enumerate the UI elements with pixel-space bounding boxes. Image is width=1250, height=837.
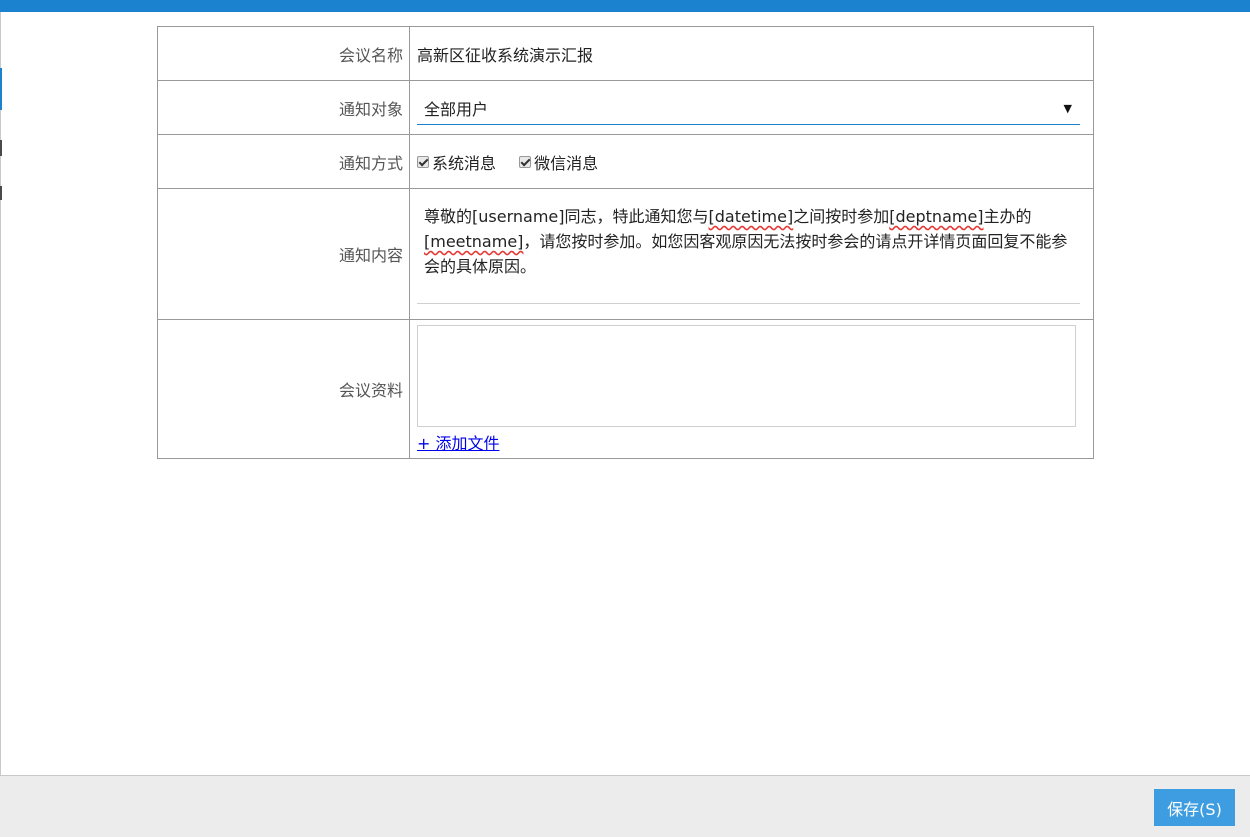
left-edge-mark xyxy=(0,186,2,200)
meeting-name-value: 高新区征收系统演示汇报 xyxy=(409,26,1094,81)
content-text: 主办的 xyxy=(983,207,1032,226)
left-border xyxy=(0,12,1,775)
notify-target-cell: 全部用户 ▼ xyxy=(409,80,1094,135)
notify-content-label: 通知内容 xyxy=(157,188,410,320)
row-notify-method: 通知方式 系统消息 微信消息 xyxy=(157,134,1094,189)
file-list-box xyxy=(417,324,1076,427)
meeting-files-label: 会议资料 xyxy=(157,319,410,459)
caret-down-icon: ▼ xyxy=(1063,102,1072,115)
system-message-checkbox[interactable]: 系统消息 xyxy=(417,150,496,174)
content-text: 尊敬的 xyxy=(424,207,473,226)
placeholder-meetname: [meetname] xyxy=(424,232,524,251)
notify-target-select[interactable]: 全部用户 ▼ xyxy=(417,92,1080,125)
add-file-link[interactable]: + 添加文件 xyxy=(417,430,500,454)
footer-bar xyxy=(0,775,1250,837)
wechat-message-label: 微信消息 xyxy=(534,153,599,173)
notify-target-selected: 全部用户 xyxy=(424,100,489,119)
placeholder-datetime: [datetime] xyxy=(708,207,794,226)
meeting-name-label: 会议名称 xyxy=(157,26,410,81)
row-meeting-name: 会议名称 高新区征收系统演示汇报 xyxy=(157,26,1094,81)
row-notify-target: 通知对象 全部用户 ▼ xyxy=(157,80,1094,135)
wechat-message-checkbox[interactable]: 微信消息 xyxy=(519,150,598,174)
row-meeting-files: 会议资料 + 添加文件 xyxy=(157,319,1094,459)
notify-method-label: 通知方式 xyxy=(157,134,410,189)
notify-content-textarea[interactable]: 尊敬的[username]同志，特此通知您与[datetime]之间按时参加[d… xyxy=(417,196,1080,304)
left-edge-mark xyxy=(0,140,2,156)
save-button[interactable]: 保存(S) xyxy=(1154,789,1235,826)
checkmark-icon[interactable] xyxy=(519,155,532,168)
window-top-bar xyxy=(0,0,1250,12)
notify-method-cell: 系统消息 微信消息 xyxy=(409,134,1094,189)
system-message-label: 系统消息 xyxy=(432,153,497,173)
placeholder-deptname: [deptname] xyxy=(889,207,984,226)
meeting-files-cell: + 添加文件 xyxy=(409,319,1094,459)
placeholder-username: [username] xyxy=(472,207,565,226)
notify-target-label: 通知对象 xyxy=(157,80,410,135)
row-notify-content: 通知内容 尊敬的[username]同志，特此通知您与[datetime]之间按… xyxy=(157,188,1094,320)
content-text: 同志，特此通知您与 xyxy=(564,207,709,226)
left-edge-accent xyxy=(0,68,2,110)
content-text: 之间按时参加 xyxy=(793,207,890,226)
checkmark-icon[interactable] xyxy=(417,155,429,168)
meeting-notice-form: 会议名称 高新区征收系统演示汇报 通知对象 全部用户 ▼ 通知方式 系统消息 微… xyxy=(157,26,1094,459)
notify-content-cell: 尊敬的[username]同志，特此通知您与[datetime]之间按时参加[d… xyxy=(409,188,1094,320)
